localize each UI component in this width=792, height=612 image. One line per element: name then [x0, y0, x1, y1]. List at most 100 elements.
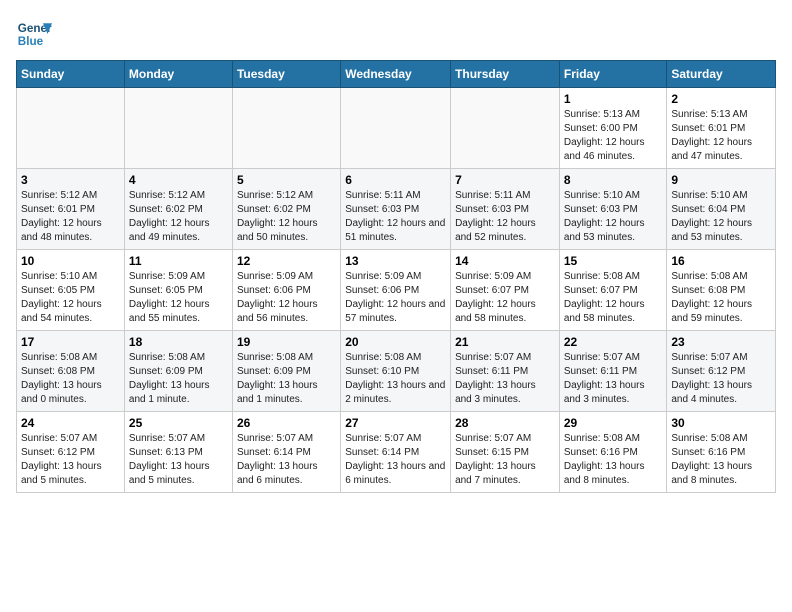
day-info: Sunrise: 5:08 AM Sunset: 6:07 PM Dayligh… [564, 270, 663, 326]
calendar-cell [17, 88, 125, 169]
day-number: 24 [21, 416, 120, 430]
calendar-cell: 29Sunrise: 5:08 AM Sunset: 6:16 PM Dayli… [559, 412, 667, 493]
calendar-cell: 5 Sunrise: 5:12 AM Sunset: 6:02 PM Daylig… [232, 169, 340, 250]
day-info: Sunrise: 5:08 AM Sunset: 6:16 PM Dayligh… [671, 432, 771, 488]
day-number: 27 [345, 416, 446, 430]
day-number: 14 [455, 254, 555, 268]
day-number: 17 [21, 335, 120, 349]
day-number: 1 [564, 92, 663, 106]
calendar-header-row: SundayMondayTuesdayWednesdayThursdayFrid… [17, 61, 776, 88]
day-info: Sunrise: 5:08 AM Sunset: 6:08 PM Dayligh… [671, 270, 771, 326]
day-number: 21 [455, 335, 555, 349]
calendar-week-row: 10Sunrise: 5:10 AM Sunset: 6:05 PM Dayli… [17, 250, 776, 331]
day-number: 3 [21, 173, 120, 187]
calendar-cell: 25 Sunrise: 5:07 AM Sunset: 6:13 PM Dayli… [124, 412, 232, 493]
day-number: 9 [671, 173, 771, 187]
logo: General Blue [16, 16, 52, 52]
calendar-cell: 27 Sunrise: 5:07 AM Sunset: 6:14 PM Dayli… [341, 412, 451, 493]
calendar-body: 1Sunrise: 5:13 AM Sunset: 6:00 PM Daylig… [17, 88, 776, 493]
day-info: Sunrise: 5:11 AM Sunset: 6:03 PM Dayligh… [345, 189, 446, 245]
calendar-table: SundayMondayTuesdayWednesdayThursdayFrid… [16, 60, 776, 493]
day-number: 25 [129, 416, 228, 430]
calendar-cell: 8 Sunrise: 5:10 AM Sunset: 6:03 PM Daylig… [559, 169, 667, 250]
calendar-cell: 24 Sunrise: 5:07 AM Sunset: 6:12 PM Dayli… [17, 412, 125, 493]
calendar-cell: 22Sunrise: 5:07 AM Sunset: 6:11 PM Dayli… [559, 331, 667, 412]
day-info: Sunrise: 5:08 AM Sunset: 6:10 PM Dayligh… [345, 351, 446, 407]
calendar-cell [232, 88, 340, 169]
day-info: Sunrise: 5:09 AM Sunset: 6:05 PM Dayligh… [129, 270, 228, 326]
day-number: 6 [345, 173, 446, 187]
calendar-cell: 2 Sunrise: 5:13 AM Sunset: 6:01 PM Daylig… [667, 88, 776, 169]
day-info: Sunrise: 5:08 AM Sunset: 6:09 PM Dayligh… [237, 351, 336, 407]
day-info: Sunrise: 5:07 AM Sunset: 6:13 PM Dayligh… [129, 432, 228, 488]
day-number: 26 [237, 416, 336, 430]
calendar-cell: 4 Sunrise: 5:12 AM Sunset: 6:02 PM Daylig… [124, 169, 232, 250]
day-number: 30 [671, 416, 771, 430]
calendar-cell: 16 Sunrise: 5:08 AM Sunset: 6:08 PM Dayli… [667, 250, 776, 331]
logo-icon: General Blue [16, 16, 52, 52]
calendar-cell: 26 Sunrise: 5:07 AM Sunset: 6:14 PM Dayli… [232, 412, 340, 493]
day-info: Sunrise: 5:11 AM Sunset: 6:03 PM Dayligh… [455, 189, 555, 245]
calendar-cell: 18 Sunrise: 5:08 AM Sunset: 6:09 PM Dayli… [124, 331, 232, 412]
day-info: Sunrise: 5:10 AM Sunset: 6:03 PM Dayligh… [564, 189, 663, 245]
day-info: Sunrise: 5:13 AM Sunset: 6:01 PM Dayligh… [671, 108, 771, 164]
calendar-cell: 20Sunrise: 5:08 AM Sunset: 6:10 PM Dayli… [341, 331, 451, 412]
day-number: 13 [345, 254, 446, 268]
calendar-cell: 1Sunrise: 5:13 AM Sunset: 6:00 PM Daylig… [559, 88, 667, 169]
day-info: Sunrise: 5:12 AM Sunset: 6:02 PM Dayligh… [129, 189, 228, 245]
day-number: 18 [129, 335, 228, 349]
day-info: Sunrise: 5:09 AM Sunset: 6:07 PM Dayligh… [455, 270, 555, 326]
day-info: Sunrise: 5:08 AM Sunset: 6:08 PM Dayligh… [21, 351, 120, 407]
calendar-cell: 14 Sunrise: 5:09 AM Sunset: 6:07 PM Dayli… [451, 250, 560, 331]
day-info: Sunrise: 5:09 AM Sunset: 6:06 PM Dayligh… [237, 270, 336, 326]
weekday-header: Saturday [667, 61, 776, 88]
svg-text:Blue: Blue [18, 35, 44, 48]
day-number: 16 [671, 254, 771, 268]
weekday-header: Monday [124, 61, 232, 88]
weekday-header: Wednesday [341, 61, 451, 88]
day-info: Sunrise: 5:12 AM Sunset: 6:02 PM Dayligh… [237, 189, 336, 245]
calendar-cell: 12Sunrise: 5:09 AM Sunset: 6:06 PM Dayli… [232, 250, 340, 331]
calendar-cell [124, 88, 232, 169]
calendar-cell: 15 Sunrise: 5:08 AM Sunset: 6:07 PM Dayli… [559, 250, 667, 331]
calendar-cell: 21 Sunrise: 5:07 AM Sunset: 6:11 PM Dayli… [451, 331, 560, 412]
day-info: Sunrise: 5:07 AM Sunset: 6:11 PM Dayligh… [455, 351, 555, 407]
calendar-cell: 30 Sunrise: 5:08 AM Sunset: 6:16 PM Dayli… [667, 412, 776, 493]
day-number: 5 [237, 173, 336, 187]
day-info: Sunrise: 5:09 AM Sunset: 6:06 PM Dayligh… [345, 270, 446, 326]
day-info: Sunrise: 5:07 AM Sunset: 6:12 PM Dayligh… [671, 351, 771, 407]
day-info: Sunrise: 5:10 AM Sunset: 6:04 PM Dayligh… [671, 189, 771, 245]
day-number: 23 [671, 335, 771, 349]
calendar-week-row: 17 Sunrise: 5:08 AM Sunset: 6:08 PM Dayli… [17, 331, 776, 412]
day-number: 22 [564, 335, 663, 349]
calendar-cell: 28Sunrise: 5:07 AM Sunset: 6:15 PM Dayli… [451, 412, 560, 493]
calendar-week-row: 24 Sunrise: 5:07 AM Sunset: 6:12 PM Dayli… [17, 412, 776, 493]
weekday-header: Sunday [17, 61, 125, 88]
calendar-cell: 10Sunrise: 5:10 AM Sunset: 6:05 PM Dayli… [17, 250, 125, 331]
calendar-cell: 9 Sunrise: 5:10 AM Sunset: 6:04 PM Daylig… [667, 169, 776, 250]
calendar-cell: 7 Sunrise: 5:11 AM Sunset: 6:03 PM Daylig… [451, 169, 560, 250]
day-number: 28 [455, 416, 555, 430]
day-number: 4 [129, 173, 228, 187]
day-info: Sunrise: 5:07 AM Sunset: 6:14 PM Dayligh… [237, 432, 336, 488]
day-info: Sunrise: 5:07 AM Sunset: 6:14 PM Dayligh… [345, 432, 446, 488]
day-number: 15 [564, 254, 663, 268]
day-info: Sunrise: 5:08 AM Sunset: 6:09 PM Dayligh… [129, 351, 228, 407]
day-info: Sunrise: 5:10 AM Sunset: 6:05 PM Dayligh… [21, 270, 120, 326]
day-info: Sunrise: 5:07 AM Sunset: 6:12 PM Dayligh… [21, 432, 120, 488]
day-number: 8 [564, 173, 663, 187]
calendar-week-row: 1Sunrise: 5:13 AM Sunset: 6:00 PM Daylig… [17, 88, 776, 169]
calendar-week-row: 3Sunrise: 5:12 AM Sunset: 6:01 PM Daylig… [17, 169, 776, 250]
header: General Blue [16, 16, 776, 52]
calendar-cell: 6 Sunrise: 5:11 AM Sunset: 6:03 PM Daylig… [341, 169, 451, 250]
weekday-header: Thursday [451, 61, 560, 88]
weekday-header: Tuesday [232, 61, 340, 88]
day-number: 7 [455, 173, 555, 187]
calendar-cell: 19Sunrise: 5:08 AM Sunset: 6:09 PM Dayli… [232, 331, 340, 412]
calendar-cell: 3Sunrise: 5:12 AM Sunset: 6:01 PM Daylig… [17, 169, 125, 250]
day-info: Sunrise: 5:08 AM Sunset: 6:16 PM Dayligh… [564, 432, 663, 488]
calendar-cell: 23 Sunrise: 5:07 AM Sunset: 6:12 PM Dayli… [667, 331, 776, 412]
day-number: 2 [671, 92, 771, 106]
calendar-cell: 13 Sunrise: 5:09 AM Sunset: 6:06 PM Dayli… [341, 250, 451, 331]
calendar-cell [341, 88, 451, 169]
